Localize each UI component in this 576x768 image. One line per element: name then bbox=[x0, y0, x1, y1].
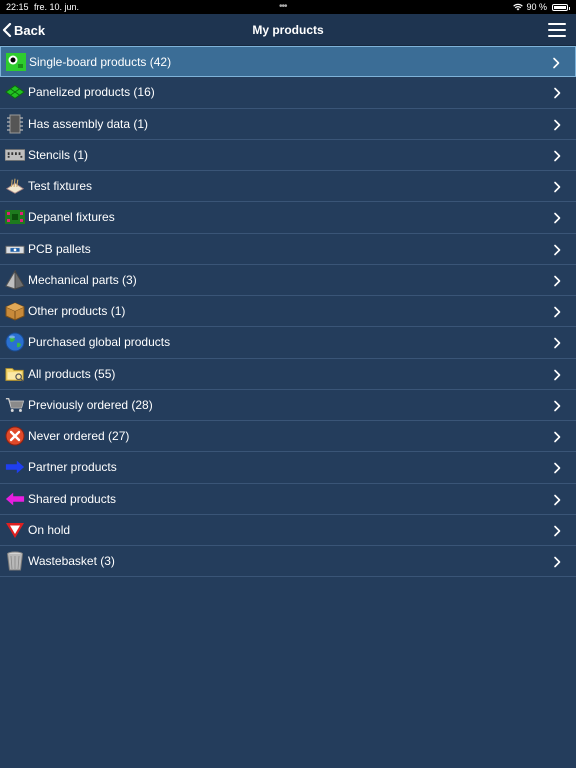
pyramid-icon bbox=[5, 269, 25, 290]
list-item[interactable]: Purchased global products bbox=[0, 327, 576, 359]
chevron-right-icon bbox=[552, 336, 562, 349]
product-category-list: Single-board products (42) Panelized prod… bbox=[0, 46, 576, 578]
chevron-right-icon bbox=[552, 211, 562, 224]
chevron-right-icon bbox=[552, 555, 562, 568]
list-item[interactable]: Never ordered (27) bbox=[0, 421, 576, 453]
chevron-right-icon bbox=[552, 118, 562, 130]
chevron-right-icon bbox=[552, 399, 562, 412]
list-item-label: On hold bbox=[28, 522, 71, 537]
list-item-label: Shared products bbox=[28, 491, 117, 506]
chevron-right-icon bbox=[552, 430, 562, 443]
list-item[interactable]: Depanel fixtures bbox=[0, 202, 576, 234]
list-item-label: Mechanical parts (3) bbox=[28, 272, 137, 287]
globe-icon bbox=[5, 332, 25, 352]
status-right: 90 % bbox=[513, 2, 570, 12]
chip-icon bbox=[5, 114, 25, 134]
list-item-label: All products (55) bbox=[28, 366, 116, 381]
status-time: 22:15 bbox=[6, 2, 29, 12]
list-item[interactable]: Partner products bbox=[0, 452, 576, 484]
list-item[interactable]: On hold bbox=[0, 515, 576, 546]
list-item-label: Single-board products (42) bbox=[29, 54, 172, 69]
list-item-label: Other products (1) bbox=[28, 304, 126, 319]
battery-percent: 90 % bbox=[526, 2, 547, 12]
test-fixture-icon bbox=[5, 176, 25, 196]
list-item-label: PCB pallets bbox=[28, 241, 91, 256]
list-item-label: Test fixtures bbox=[28, 179, 93, 194]
panel-icon bbox=[5, 82, 25, 102]
list-item[interactable]: Wastebasket (3) bbox=[0, 546, 576, 578]
list-item-label: Previously ordered (28) bbox=[28, 397, 153, 412]
chevron-right-icon bbox=[552, 461, 562, 474]
list-item-label: Never ordered (27) bbox=[28, 429, 130, 444]
list-item[interactable]: All products (55) bbox=[0, 359, 576, 390]
chevron-right-icon bbox=[552, 524, 562, 537]
battery-icon bbox=[552, 3, 570, 11]
list-item-label: Stencils (1) bbox=[28, 147, 89, 162]
blue-arrow-icon bbox=[5, 457, 25, 477]
list-item[interactable]: Previously ordered (28) bbox=[0, 390, 576, 421]
chevron-right-icon bbox=[552, 180, 562, 193]
pallet-icon bbox=[5, 239, 25, 259]
list-item[interactable]: Mechanical parts (3) bbox=[0, 265, 576, 296]
multitask-dots[interactable]: ••• bbox=[279, 1, 287, 12]
list-item[interactable]: Stencils (1) bbox=[0, 140, 576, 171]
magenta-arrow-icon bbox=[5, 489, 25, 509]
list-item-label: Has assembly data (1) bbox=[28, 116, 149, 131]
chevron-right-icon bbox=[552, 368, 562, 380]
stencil-icon bbox=[5, 145, 25, 165]
list-item[interactable]: Single-board products (42) bbox=[0, 46, 576, 78]
status-date: fre. 10. jun. bbox=[34, 2, 80, 12]
list-item[interactable]: Test fixtures bbox=[0, 171, 576, 203]
chevron-right-icon bbox=[552, 305, 562, 318]
green-board-icon bbox=[6, 52, 26, 72]
red-x-icon bbox=[5, 426, 25, 446]
cart-icon bbox=[5, 395, 25, 415]
list-item-label: Purchased global products bbox=[28, 335, 171, 350]
box-icon bbox=[5, 301, 25, 321]
wifi-icon bbox=[513, 3, 524, 11]
list-item[interactable]: PCB pallets bbox=[0, 234, 576, 265]
page-title: My products bbox=[252, 23, 324, 37]
chevron-right-icon bbox=[552, 274, 562, 287]
folder-icon bbox=[5, 364, 25, 384]
list-item[interactable]: Panelized products (16) bbox=[0, 77, 576, 109]
chevron-right-icon bbox=[552, 149, 562, 162]
list-item[interactable]: Other products (1) bbox=[0, 296, 576, 328]
chevron-right-icon bbox=[552, 86, 562, 99]
trash-icon bbox=[5, 551, 25, 571]
yield-icon bbox=[5, 520, 25, 540]
list-item-label: Panelized products (16) bbox=[28, 85, 155, 100]
hamburger-menu-button[interactable] bbox=[548, 23, 566, 37]
chevron-right-icon bbox=[552, 243, 562, 255]
list-item[interactable]: Has assembly data (1) bbox=[0, 109, 576, 140]
navigation-bar: Back My products bbox=[0, 14, 576, 46]
list-item[interactable]: Shared products bbox=[0, 484, 576, 515]
list-item-label: Wastebasket (3) bbox=[28, 554, 115, 569]
depanel-fixture-icon bbox=[5, 207, 25, 227]
chevron-right-icon bbox=[552, 493, 562, 505]
list-item-label: Depanel fixtures bbox=[28, 210, 115, 225]
status-bar: 22:15 fre. 10. jun. ••• 90 % bbox=[0, 0, 576, 14]
list-item-label: Partner products bbox=[28, 460, 117, 475]
chevron-right-icon bbox=[551, 56, 561, 69]
